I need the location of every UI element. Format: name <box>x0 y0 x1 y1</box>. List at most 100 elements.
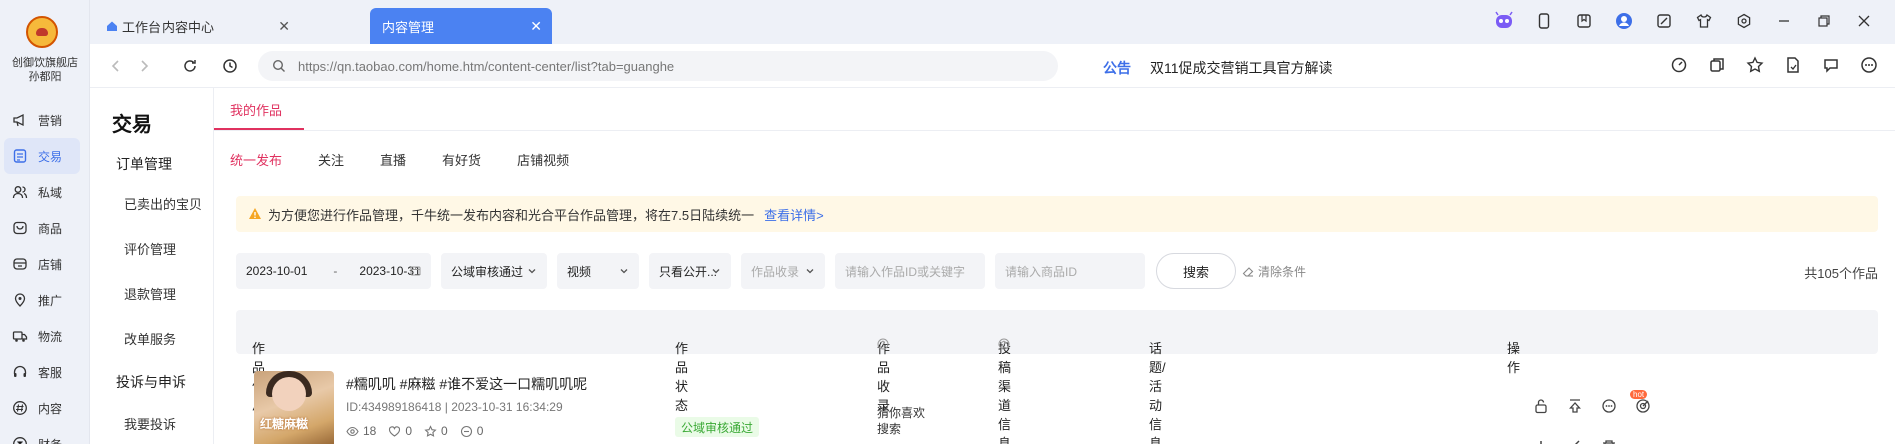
avatar-icon[interactable] <box>1613 10 1635 32</box>
window-close-icon[interactable] <box>1853 10 1875 32</box>
nav-item-label: 交易 <box>38 149 63 164</box>
nav-item-private[interactable]: 私域 <box>0 174 90 210</box>
chat-icon[interactable] <box>1821 55 1841 75</box>
banner-details-link[interactable]: 查看详情> <box>764 205 824 224</box>
target-icon[interactable] <box>1635 398 1651 414</box>
keyword-input[interactable]: 请输入作品ID或关键字 <box>835 253 985 289</box>
subnav-item-sold[interactable]: 已卖出的宝贝 <box>124 194 202 213</box>
notice-link[interactable]: 双11促成交营销工具官方解读 <box>1150 58 1333 78</box>
subtab-live[interactable]: 直播 <box>380 150 406 169</box>
comment-icon <box>460 425 473 438</box>
pencil-icon[interactable] <box>1567 440 1583 444</box>
work-stats: 18 0 0 0 <box>346 424 483 438</box>
minimize-icon[interactable] <box>1773 10 1795 32</box>
tab-content-management[interactable]: 内容管理 ✕ <box>370 8 552 44</box>
inclusion-item: 猜你喜欢 <box>877 406 926 420</box>
bar-chart-icon[interactable] <box>1533 440 1549 444</box>
row-actions <box>1533 398 1651 414</box>
tshirt-icon[interactable] <box>1693 10 1715 32</box>
book-icon[interactable] <box>1573 10 1595 32</box>
close-icon[interactable]: ✕ <box>530 18 542 35</box>
nav-item-shop[interactable]: 店铺 <box>0 246 90 282</box>
audit-status-select[interactable]: 公域审核通过 <box>441 253 547 289</box>
work-thumbnail[interactable]: 红糖麻糍 <box>254 371 334 444</box>
inclusion-select[interactable]: 作品收录 <box>741 253 825 289</box>
nav-item-promotion[interactable]: 推广 <box>0 282 90 318</box>
window-controls <box>1493 10 1895 32</box>
visibility-value: 只看公开... <box>659 264 718 279</box>
comments-stat: 0 <box>460 424 483 438</box>
refresh-icon[interactable] <box>180 56 200 76</box>
main-content: 我的作品 统一发布 关注 直播 有好货 店铺视频 为方便您进行作品管理，千牛统一… <box>214 88 1895 444</box>
location-icon <box>12 292 28 308</box>
help-icon[interactable] <box>877 338 889 350</box>
subtab-unified-publish[interactable]: 统一发布 <box>230 150 282 169</box>
type-value: 视频 <box>567 264 592 279</box>
headset-icon <box>12 364 28 380</box>
home-icon <box>106 20 118 32</box>
restore-icon[interactable] <box>1813 10 1835 32</box>
speed-icon[interactable] <box>1669 55 1689 75</box>
url-text: https://qn.taobao.com/home.htm/content-c… <box>298 58 675 74</box>
close-icon[interactable]: ✕ <box>278 18 290 35</box>
tab-my-works[interactable]: 我的作品 <box>230 100 282 119</box>
nav-item-content[interactable]: 内容 <box>0 390 90 426</box>
clear-filters-label: 清除条件 <box>1258 265 1307 279</box>
store-name[interactable]: 创御饮旗舰店 孙都阳 <box>0 56 90 84</box>
subtab-follow[interactable]: 关注 <box>318 150 344 169</box>
subtab-shop-video[interactable]: 店铺视频 <box>517 150 569 169</box>
nav-item-service[interactable]: 客服 <box>0 354 90 390</box>
subnav-item-refunds[interactable]: 退款管理 <box>124 284 176 303</box>
copy-icon[interactable] <box>1707 55 1727 75</box>
subnav-group-orders[interactable]: 订单管理 <box>116 154 172 174</box>
file-icon[interactable] <box>1783 55 1803 75</box>
settings-icon[interactable] <box>1733 10 1755 32</box>
total-count: 共105个作品 <box>1804 266 1878 281</box>
url-field[interactable]: https://qn.taobao.com/home.htm/content-c… <box>258 51 1058 81</box>
keyword-placeholder: 请输入作品ID或关键字 <box>845 264 966 279</box>
product-id-input[interactable]: 请输入商品ID <box>995 253 1145 289</box>
nav-item-trade[interactable]: 交易 <box>4 138 80 174</box>
trash-icon[interactable] <box>1601 440 1617 444</box>
help-icon[interactable] <box>998 338 1010 350</box>
clear-filters-button[interactable]: 清除条件 <box>1242 263 1306 280</box>
subnav-item-complain[interactable]: 我要投诉 <box>124 414 176 433</box>
work-title[interactable]: #糯叽叽 #麻糍 #谁不爱这一口糯叽叽呢 <box>346 374 587 394</box>
pin-top-icon[interactable] <box>1567 398 1583 414</box>
hot-badge: hot <box>1630 390 1648 399</box>
chevron-down-icon <box>619 266 629 276</box>
nav-item-finance[interactable]: 财务 <box>0 426 90 444</box>
date-separator: - <box>333 264 338 278</box>
nav-item-logistics[interactable]: 物流 <box>0 318 90 354</box>
more-icon[interactable] <box>1859 55 1879 75</box>
tab-content-center[interactable]: 内容中心 ✕ <box>150 8 300 44</box>
subnav-item-modify-order[interactable]: 改单服务 <box>124 329 176 348</box>
subtab-good-items[interactable]: 有好货 <box>442 150 481 169</box>
subnav-group-complaints[interactable]: 投诉与申诉 <box>116 372 186 392</box>
visibility-select[interactable]: 只看公开... <box>649 253 731 289</box>
nav-item-label: 客服 <box>38 365 63 380</box>
robot-icon[interactable] <box>1493 10 1515 32</box>
notice-banner: 为方便您进行作品管理，千牛统一发布内容和光合平台作品管理，将在7.5日陆续统一 … <box>236 196 1878 232</box>
history-icon[interactable] <box>220 56 240 76</box>
subnav-item-reviews[interactable]: 评价管理 <box>124 239 176 258</box>
likes-stat: 0 <box>388 424 412 438</box>
thumbnail-caption: 红糖麻糍 <box>260 417 309 431</box>
star-icon[interactable] <box>1745 55 1765 75</box>
phone-icon[interactable] <box>1533 10 1555 32</box>
nav-item-label: 财务 <box>38 436 62 444</box>
comment-icon[interactable] <box>1601 398 1617 414</box>
forward-icon[interactable] <box>134 56 154 76</box>
store-logo[interactable] <box>26 16 58 48</box>
back-icon[interactable] <box>106 56 126 76</box>
date-range-picker[interactable]: 2023-10-01 - 2023-10-31 <box>236 253 431 289</box>
edit-note-icon[interactable] <box>1653 10 1675 32</box>
star-icon <box>424 424 437 438</box>
search-button[interactable]: 搜索 <box>1156 253 1236 289</box>
chevron-down-icon <box>527 266 537 276</box>
nav-item-products[interactable]: 商品 <box>0 210 90 246</box>
nav-item-marketing[interactable]: 营销 <box>0 102 90 138</box>
unlock-icon[interactable] <box>1533 398 1549 414</box>
product-id-placeholder: 请输入商品ID <box>1005 264 1078 279</box>
type-select[interactable]: 视频 <box>557 253 639 289</box>
